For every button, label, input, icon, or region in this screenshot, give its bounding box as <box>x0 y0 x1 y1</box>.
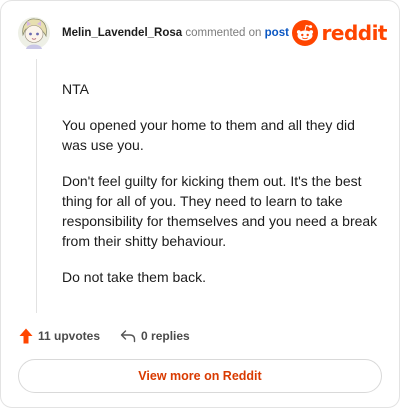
reddit-brand[interactable]: reddit <box>291 19 388 47</box>
commented-on-text: commented on <box>185 27 262 39</box>
view-more-button[interactable]: View more on Reddit <box>18 359 382 393</box>
reddit-logo-icon <box>291 20 318 46</box>
comment-paragraph: NTA <box>62 81 89 97</box>
reddit-wordmark: reddit <box>321 21 388 45</box>
username[interactable]: Melin_Lavendel_Rosa <box>62 27 182 39</box>
upvote-button[interactable]: 11 upvotes <box>19 328 100 344</box>
upvote-count: 11 upvotes <box>38 329 101 343</box>
comment-meta: Melin_Lavendel_Rosa commented on post <box>62 26 289 40</box>
thread-line <box>36 59 37 313</box>
replies-button[interactable]: 0 replies <box>120 329 190 343</box>
comment-header: Melin_Lavendel_Rosa commented on post re… <box>17 15 388 51</box>
reply-arrow-icon <box>120 330 136 343</box>
comment-body: NTA You opened your home to them and all… <box>62 79 382 303</box>
comment-actions: 11 upvotes 0 replies <box>19 327 190 345</box>
reply-count: 0 replies <box>141 329 190 343</box>
comment-paragraph: You opened your home to them and all the… <box>62 117 355 153</box>
comment-embed-card: Melin_Lavendel_Rosa commented on post re… <box>0 0 400 408</box>
avatar[interactable] <box>17 15 51 51</box>
post-link[interactable]: post <box>265 27 289 39</box>
comment-paragraph: Do not take them back. <box>62 269 206 285</box>
comment-paragraph: Don't feel guilty for kicking them out. … <box>62 173 378 249</box>
upvote-arrow-icon <box>19 328 33 344</box>
